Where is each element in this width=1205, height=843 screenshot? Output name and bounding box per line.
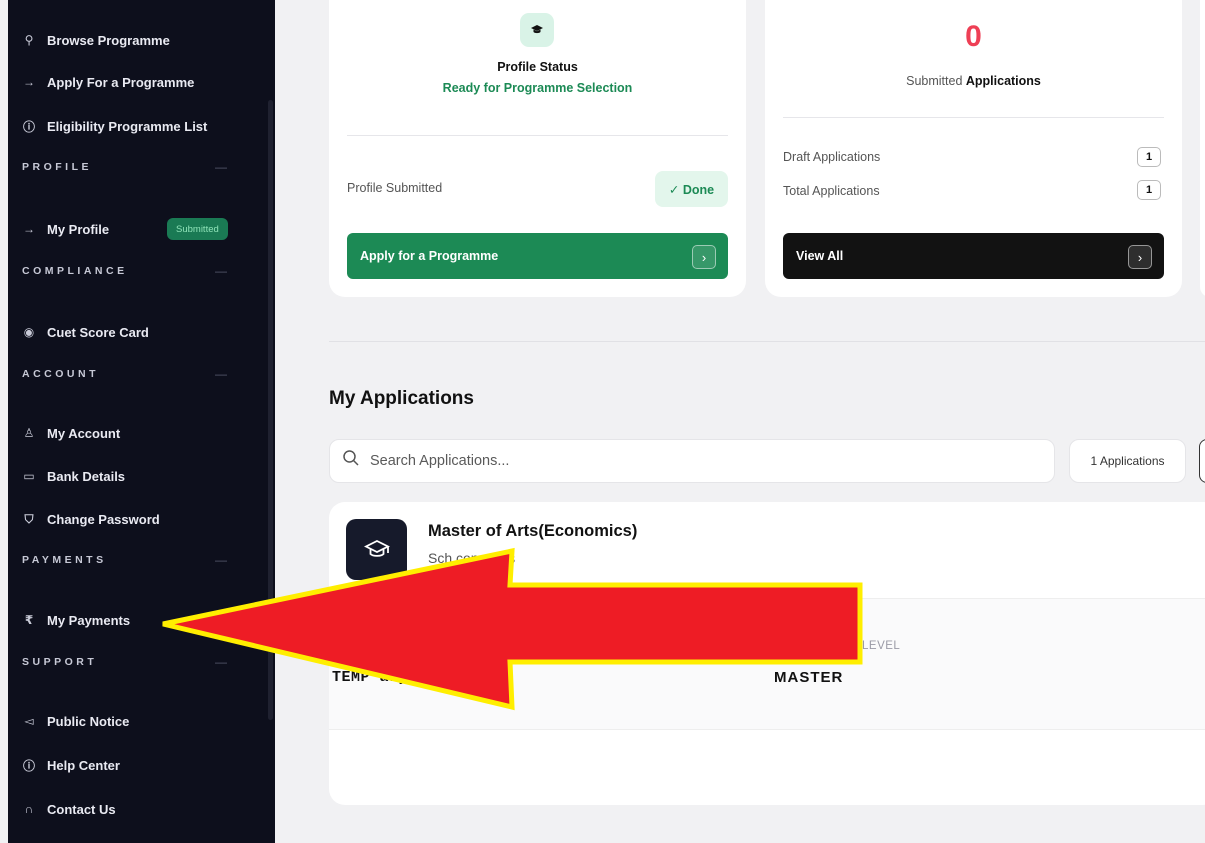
sidebar-item-label: Apply For a Programme	[47, 74, 195, 90]
section-divider	[329, 341, 1205, 342]
sidebar-item-my-profile[interactable]: → My Profile	[20, 215, 109, 243]
rupee-icon: ₹	[24, 613, 34, 627]
total-applications-count: 1	[1137, 180, 1161, 200]
profile-status-card: Profile Status Ready for Programme Selec…	[329, 0, 746, 297]
sidebar-item-label: Browse Programme	[47, 32, 170, 48]
profile-submitted-label: Profile Submitted	[347, 181, 443, 195]
apply-for-programme-button[interactable]: Apply for a Programme ›	[347, 233, 728, 279]
section-account: ACCOUNT	[22, 368, 99, 380]
application-title: Master of Arts(Economics)	[428, 522, 638, 540]
level-value: MASTER	[774, 669, 844, 686]
profile-status-title: Profile Status	[497, 60, 578, 74]
chevron-right-icon: ›	[1128, 245, 1152, 269]
partial-card	[1200, 0, 1205, 297]
draft-applications-label: Draft Applications	[783, 150, 881, 164]
section-payments: PAYMENTS	[22, 554, 107, 566]
sidebar-item-my-payments[interactable]: ₹ My Payments	[20, 606, 130, 634]
button-label: View All	[796, 249, 844, 263]
user-icon: ♙	[23, 426, 35, 440]
section-compliance: COMPLIANCE	[22, 265, 128, 277]
info-icon: ⓘ	[22, 119, 35, 134]
section-profile: PROFILE	[22, 161, 93, 173]
section-compliance-toggle[interactable]: —	[215, 264, 227, 278]
subtitle-bold: Applications	[965, 74, 1041, 88]
sidebar-item-label: Change Password	[47, 511, 160, 527]
my-applications-heading: My Applications	[329, 388, 474, 409]
graduation-cap-icon	[520, 13, 554, 47]
search-icon: ⚲	[24, 33, 34, 47]
bank-icon: ▭	[23, 469, 35, 483]
sidebar-item-label: Contact Us	[47, 801, 116, 817]
draft-applications-count: 1	[1137, 147, 1161, 167]
divider	[347, 135, 728, 136]
sidebar-item-bank-details[interactable]: ▭ Bank Details	[20, 462, 125, 490]
total-applications-label: Total Applications	[783, 184, 880, 198]
section-support-toggle[interactable]: —	[215, 655, 227, 669]
section-profile-toggle[interactable]: —	[215, 160, 227, 174]
section-support: SUPPORT	[22, 656, 98, 668]
search-icon	[342, 449, 362, 473]
search-bar	[329, 439, 1055, 483]
view-all-button[interactable]: View All ›	[783, 233, 1164, 279]
sidebar-item-label: Bank Details	[47, 468, 126, 484]
subtitle-prefix: Submitted	[906, 74, 963, 88]
graduation-cap-icon	[346, 519, 407, 580]
megaphone-icon: ◅	[24, 714, 34, 728]
sidebar-item-label: My Account	[47, 425, 121, 441]
shield-icon: ⛉	[24, 511, 34, 526]
submitted-count: 0	[965, 20, 982, 53]
sidebar-item-label: Eligibility Programme List	[47, 118, 208, 134]
sidebar: ⚲ Browse Programme → Apply For a Program…	[8, 0, 275, 843]
sidebar-item-browse-programme[interactable]: ⚲ Browse Programme	[20, 26, 170, 54]
sidebar-scrollbar[interactable]	[268, 100, 273, 720]
sidebar-item-label: My Payments	[47, 612, 131, 628]
profile-status-badge: Submitted	[167, 218, 228, 240]
submitted-applications-card: 0 Submitted Applications Draft Applicati…	[765, 0, 1182, 297]
filter-button[interactable]	[1199, 439, 1205, 483]
sidebar-item-public-notice[interactable]: ◅ Public Notice	[20, 707, 129, 735]
search-applications-input[interactable]	[368, 452, 972, 470]
headset-icon: ∩	[24, 802, 34, 816]
sidebar-item-label: Cuet Score Card	[47, 324, 149, 340]
arrow-right-icon: →	[23, 222, 35, 236]
done-badge: ✓ Done	[655, 171, 728, 207]
section-payments-toggle[interactable]: —	[215, 553, 227, 567]
section-account-toggle[interactable]: —	[215, 367, 227, 381]
divider	[783, 117, 1164, 118]
sidebar-item-label: Help Center	[47, 757, 120, 773]
sidebar-item-label: Public Notice	[47, 713, 130, 729]
sidebar-item-apply-for-programme[interactable]: → Apply For a Programme	[20, 68, 194, 96]
sidebar-item-change-password[interactable]: ⛉ Change Password	[20, 505, 160, 533]
info-icon: ⓘ	[22, 758, 35, 773]
application-card[interactable]: Master of Arts(Economics) Sch conomics T…	[329, 502, 1205, 805]
applications-count: 1 Applications	[1069, 439, 1186, 483]
submitted-applications-label: Submitted Applications	[765, 74, 1182, 88]
eye-icon: ◉	[23, 325, 35, 339]
profile-status-value: Ready for Programme Selection	[442, 81, 633, 95]
application-status: TEMP ary]	[332, 669, 418, 686]
application-details	[329, 598, 1205, 730]
sidebar-item-contact-us[interactable]: ∩ Contact Us	[20, 795, 116, 823]
button-label: Apply for a Programme	[360, 249, 499, 263]
sidebar-item-my-account[interactable]: ♙ My Account	[20, 419, 121, 447]
level-label: LEVEL	[862, 640, 901, 652]
sidebar-item-eligibility-programme-list[interactable]: ⓘ Eligibility Programme List	[20, 112, 207, 140]
chevron-right-icon: ›	[692, 245, 716, 269]
application-subtitle: Sch conomics	[428, 550, 516, 566]
sidebar-item-label: My Profile	[47, 221, 110, 237]
arrow-right-icon: →	[23, 75, 35, 89]
sidebar-item-cuet-score-card[interactable]: ◉ Cuet Score Card	[20, 318, 149, 346]
sidebar-item-help-center[interactable]: ⓘ Help Center	[20, 751, 120, 779]
